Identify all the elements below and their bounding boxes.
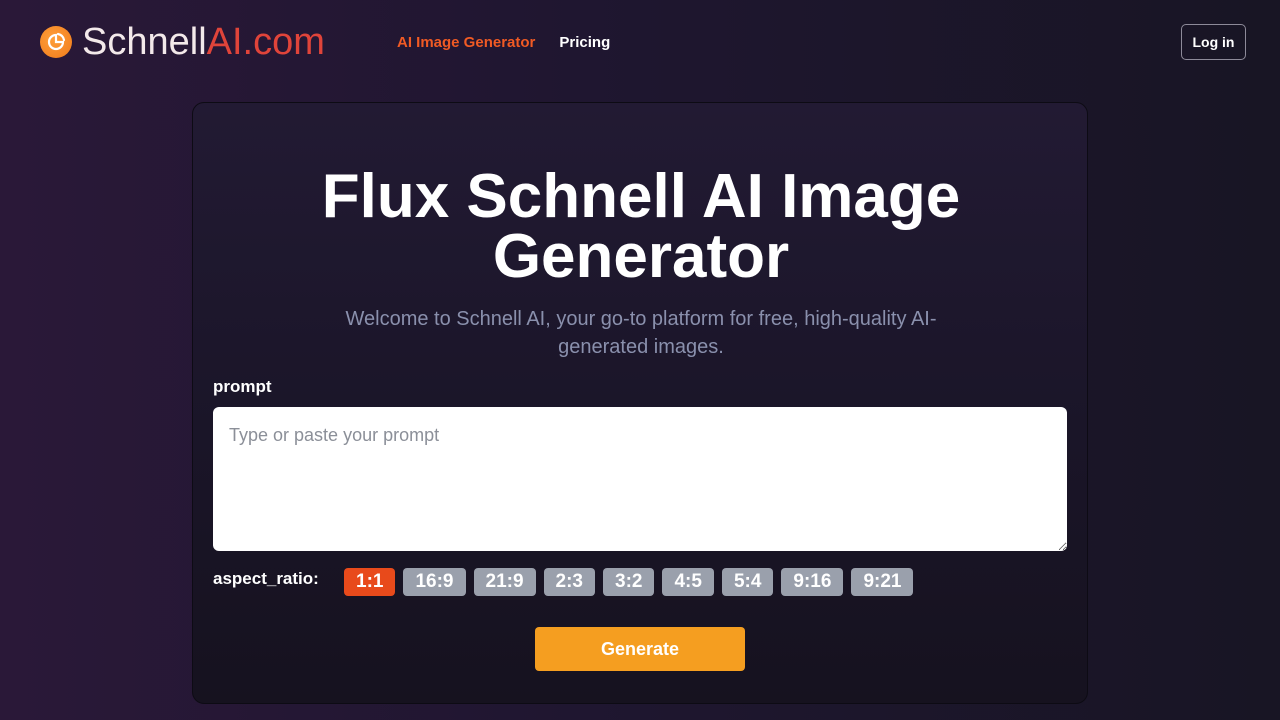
logo-text-schnell: Schnell (82, 21, 207, 63)
aspect-ratio-option-2-3[interactable]: 2:3 (543, 568, 595, 596)
logo-text: SchnellAI.com (82, 22, 325, 62)
site-logo[interactable]: SchnellAI.com (40, 22, 325, 62)
login-button[interactable]: Log in (1181, 24, 1246, 60)
aspect-ratio-option-5-4[interactable]: 5:4 (721, 568, 774, 596)
generate-button[interactable]: Generate (535, 627, 745, 671)
logo-badge-icon (40, 26, 72, 58)
aspect-ratio-label: aspect_ratio: (213, 569, 319, 588)
aspect-ratio-option-3-2[interactable]: 3:2 (603, 568, 655, 596)
site-header: SchnellAI.com AI Image Generator Pricing… (0, 0, 1280, 86)
aspect-ratio-option-4-5[interactable]: 4:5 (662, 568, 714, 596)
aspect-ratio-option-9-21[interactable]: 9:21 (851, 568, 914, 596)
nav-link-ai-image-generator[interactable]: AI Image Generator (397, 34, 535, 51)
page-title: Flux Schnell AI Image Generator (321, 162, 961, 291)
aspect-ratio-option-1-1[interactable]: 1:1 (344, 568, 396, 596)
main-nav: AI Image Generator Pricing (397, 34, 610, 51)
logo-text-aicom: AI.com (206, 21, 325, 63)
aspect-ratio-option-9-16[interactable]: 9:16 (781, 568, 844, 596)
prompt-input[interactable] (213, 407, 1067, 551)
generator-card: Flux Schnell AI Image Generator Welcome … (192, 102, 1088, 704)
prompt-label: prompt (213, 377, 272, 396)
aspect-ratio-option-16-9[interactable]: 16:9 (403, 568, 466, 596)
aspect-ratio-option-21-9[interactable]: 21:9 (473, 568, 536, 596)
page-subtitle: Welcome to Schnell AI, your go-to platfo… (345, 308, 937, 358)
aspect-ratio-options: 1:1 16:9 21:9 2:3 3:2 4:5 5:4 9:16 9:21 (344, 568, 914, 596)
nav-link-pricing[interactable]: Pricing (559, 34, 610, 51)
